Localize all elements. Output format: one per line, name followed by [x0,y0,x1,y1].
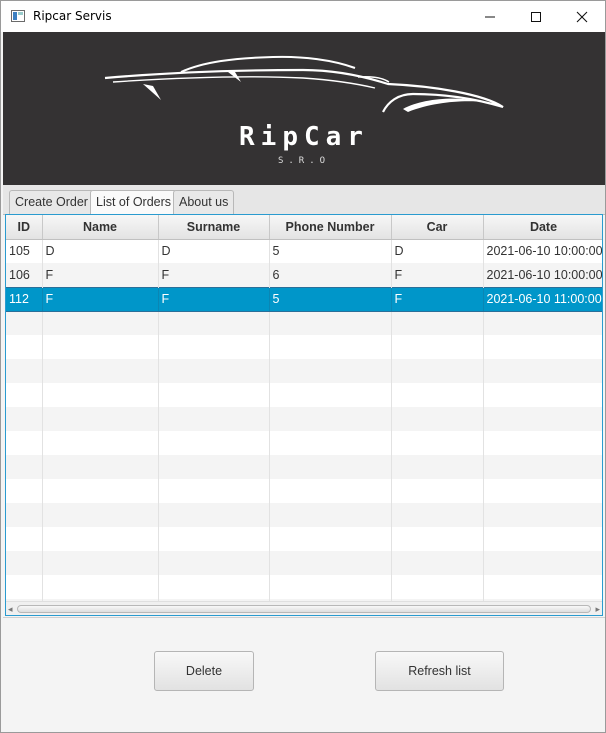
tab-bar: Create Order List of Orders About us [3,185,605,216]
maximize-icon [531,11,541,22]
refresh-list-button[interactable]: Refresh list [375,651,504,691]
title-bar[interactable]: Ripcar Servis [1,1,605,32]
table-row-empty [6,431,602,455]
close-button[interactable] [559,1,605,32]
app-window: Ripcar Servis RipCar S.R.O Create Order … [0,0,606,733]
cell-name: F [42,286,159,312]
cell-phone: 5 [269,239,392,263]
cell-date: 2021-06-10 10:00:00 [483,239,602,263]
table-row-empty [6,311,602,335]
table-row-empty [6,575,602,599]
cell-car: F [391,286,484,312]
column-header-phone-number[interactable]: Phone Number [269,215,392,240]
cell-name: D [42,239,159,263]
cell-date: 2021-06-10 10:00:00 [483,263,602,287]
table-row-empty [6,335,602,359]
logo-text: RipCar [239,122,369,152]
tab-about-us[interactable]: About us [173,190,235,215]
close-icon [576,11,588,22]
chevron-left-icon[interactable]: ◂ [8,604,16,614]
cell-phone: 6 [269,263,392,287]
minimize-button[interactable] [467,1,513,32]
tab-list-of-orders[interactable]: List of Orders [90,190,178,216]
delete-button[interactable]: Delete [154,651,254,691]
table-row-empty [6,527,602,551]
logo-banner: RipCar S.R.O [3,32,605,185]
column-header-date[interactable]: Date [483,215,602,240]
cell-phone: 5 [269,286,392,312]
table-header-row: ID Name Surname Phone Number Car Date [6,215,602,240]
scrollbar-thumb[interactable] [17,605,591,613]
cell-surname: F [158,263,270,287]
table-row-empty [6,455,602,479]
column-header-id[interactable]: ID [6,215,43,240]
cell-date: 2021-06-10 11:00:00 [483,286,602,312]
cell-id: 106 [6,263,43,287]
cell-surname: F [158,286,270,312]
action-panel: Delete Refresh list [3,617,605,732]
minimize-icon [485,16,495,17]
table-row-empty [6,359,602,383]
table-row-selected[interactable]: 112 F F 5 F 2021-06-10 11:00:00 [6,286,602,312]
cell-car: D [391,239,484,263]
app-icon [11,10,25,22]
maximize-button[interactable] [513,1,559,32]
orders-table[interactable]: ID Name Surname Phone Number Car Date 10… [5,214,603,616]
cell-id: 105 [6,239,43,263]
column-header-surname[interactable]: Surname [158,215,270,240]
table-row[interactable]: 105 D D 5 D 2021-06-10 10:00:00 [6,239,602,263]
tab-create-order[interactable]: Create Order [9,190,94,215]
cell-surname: D [158,239,270,263]
table-row-empty [6,503,602,527]
cell-id: 112 [6,286,43,312]
table-row-empty [6,479,602,503]
horizontal-scrollbar[interactable]: ◂ ▸ [6,601,602,615]
logo-subtext: S.R.O [277,156,331,166]
cell-name: F [42,263,159,287]
column-header-name[interactable]: Name [42,215,159,240]
cell-car: F [391,263,484,287]
chevron-right-icon[interactable]: ▸ [592,604,600,614]
table-row-empty [6,383,602,407]
column-header-car[interactable]: Car [391,215,484,240]
table-row-empty [6,407,602,431]
window-title: Ripcar Servis [33,9,112,23]
table-row-empty [6,551,602,575]
table-row[interactable]: 106 F F 6 F 2021-06-10 10:00:00 [6,263,602,287]
